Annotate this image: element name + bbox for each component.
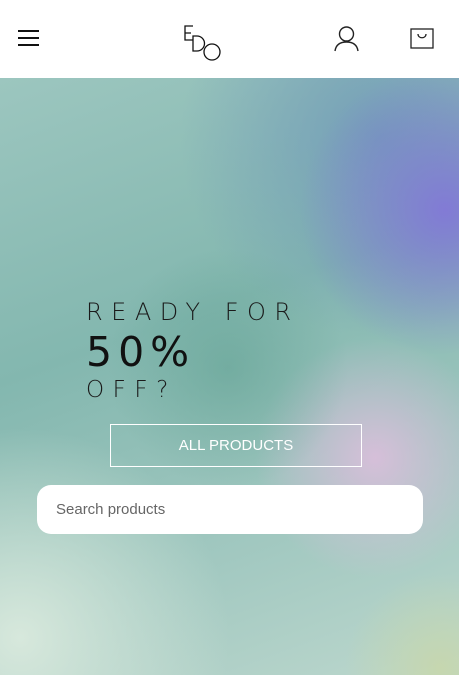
- all-products-button[interactable]: ALL PRODUCTS: [110, 424, 362, 467]
- site-logo[interactable]: [181, 24, 223, 62]
- search-bar: [37, 485, 423, 534]
- hero-headline: READY FOR: [86, 298, 300, 326]
- hero-banner: READY FOR 50% OFF? ALL PRODUCTS: [0, 78, 459, 675]
- discount-value: 50%: [86, 328, 196, 376]
- search-input[interactable]: [56, 485, 406, 534]
- hero-subheadline: OFF?: [86, 377, 177, 403]
- shopping-bag-icon[interactable]: [409, 26, 435, 50]
- user-icon[interactable]: [333, 25, 360, 52]
- site-header: [0, 0, 459, 78]
- hamburger-menu-icon[interactable]: [18, 27, 40, 49]
